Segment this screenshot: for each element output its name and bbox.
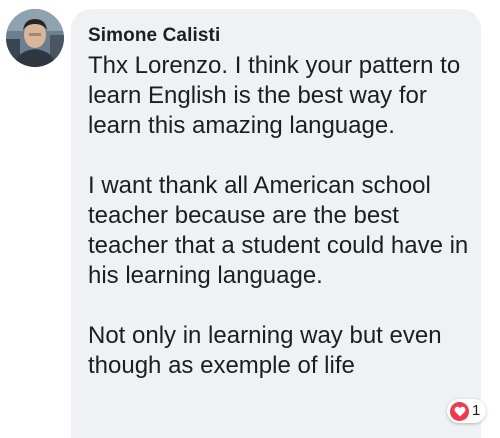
comment-paragraph: Not only in learning way but even though… bbox=[88, 322, 442, 379]
heart-icon bbox=[450, 401, 469, 421]
comment-paragraph: Thx Lorenzo. I think your pattern to lea… bbox=[88, 52, 461, 139]
comment-bubble: Simone Calisti Thx Lorenzo. I think your… bbox=[71, 9, 481, 438]
reaction-summary[interactable]: 1 bbox=[447, 399, 487, 423]
profile-photo bbox=[6, 9, 64, 67]
author-name[interactable]: Simone Calisti bbox=[88, 25, 469, 47]
reaction-count: 1 bbox=[472, 402, 481, 419]
comment-thread: Simone Calisti Thx Lorenzo. I think your… bbox=[0, 0, 500, 438]
comment-paragraph: I want thank all American school teacher… bbox=[88, 172, 469, 289]
avatar[interactable] bbox=[6, 9, 64, 67]
